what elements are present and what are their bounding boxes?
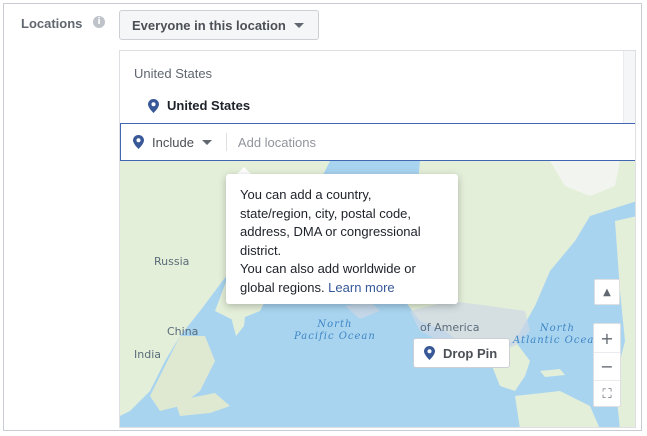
scrollbar[interactable]	[623, 51, 635, 123]
location-pin-icon	[424, 346, 435, 360]
info-icon[interactable]: i	[93, 16, 105, 28]
audience-type-value: Everyone in this location	[132, 17, 286, 33]
map-label-north-atlantic: North Atlantic Ocean	[513, 323, 602, 346]
map-pan-up-button[interactable]: ▲	[594, 279, 620, 305]
location-group-label: United States	[134, 66, 213, 81]
location-pin-icon	[148, 98, 159, 113]
locations-section: Locations i Everyone in this location Un…	[3, 3, 642, 431]
zoom-out-button[interactable]: −	[594, 352, 620, 380]
crosshair-icon: ⛶	[602, 387, 612, 402]
map-label-america: of America	[420, 321, 480, 334]
chevron-up-icon: ▲	[603, 286, 611, 298]
map-label-russia: Russia	[154, 255, 190, 268]
audience-type-dropdown[interactable]: Everyone in this location	[119, 10, 319, 40]
tooltip-text: You can add a country, state/region, cit…	[240, 187, 421, 295]
recenter-button[interactable]: ⛶	[594, 380, 620, 408]
map-label-china: China	[167, 325, 199, 338]
plus-icon: +	[600, 328, 614, 348]
map-zoom-controls: + − ⛶	[593, 323, 621, 407]
location-search-row: Include	[120, 123, 635, 161]
drop-pin-button[interactable]: Drop Pin	[413, 338, 511, 368]
location-pin-icon	[133, 135, 144, 149]
zoom-in-button[interactable]: +	[594, 324, 620, 352]
chevron-down-icon	[201, 139, 212, 145]
divider	[225, 133, 227, 151]
map-label-india: India	[134, 348, 161, 361]
chevron-down-icon	[293, 22, 304, 28]
selected-location-item[interactable]: United States	[148, 98, 250, 113]
minus-icon: −	[600, 357, 614, 376]
locations-label: Locations	[21, 16, 83, 31]
map-label-north-pacific: North Pacific Ocean	[294, 319, 376, 342]
add-locations-input[interactable]	[237, 134, 598, 150]
location-help-tooltip: You can add a country, state/region, cit…	[226, 174, 458, 304]
selected-location-name: United States	[167, 98, 251, 113]
include-dropdown[interactable]: Include	[133, 135, 212, 150]
learn-more-link[interactable]: Learn more	[328, 280, 394, 295]
drop-pin-label: Drop Pin	[443, 345, 498, 361]
include-label: Include	[152, 134, 194, 150]
